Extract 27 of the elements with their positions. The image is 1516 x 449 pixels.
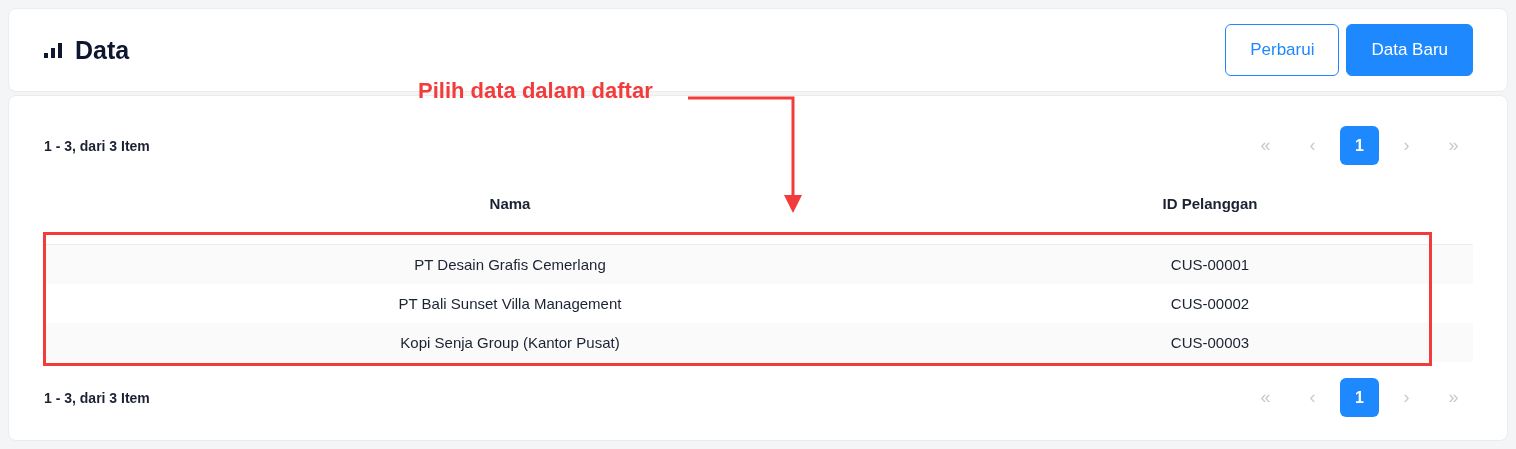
table-cell-text: PT Bali Sunset Villa Management [397, 295, 623, 312]
page-button[interactable]: › [1387, 126, 1426, 165]
item-count: 1 - 3, dari 3 Item [44, 389, 150, 406]
table-cell-text: CUS-00002 [1169, 295, 1251, 312]
bar-chart-icon [44, 42, 63, 58]
page-button[interactable]: › [1387, 378, 1426, 417]
page-button[interactable]: ‹ [1293, 126, 1332, 165]
annotation-label: Pilih data dalam daftar [418, 78, 653, 104]
table-cell-text: Kopi Senja Group (Kantor Pusat) [399, 334, 621, 351]
refresh-button[interactable]: Perbarui [1225, 24, 1340, 76]
page-title: Data [75, 35, 130, 65]
page-button[interactable]: 1 [1340, 126, 1379, 165]
table-cell-text: CUS-00001 [1169, 256, 1251, 273]
page-button[interactable]: » [1434, 378, 1473, 417]
page-button[interactable]: ‹ [1293, 378, 1332, 417]
page-button[interactable]: « [1246, 126, 1285, 165]
table-cell-text: PT Desain Grafis Cemerlang [413, 256, 607, 273]
table-row[interactable]: Kopi Senja Group (Kantor Pusat) CUS-00003 [44, 323, 1473, 362]
page-button[interactable]: » [1434, 126, 1473, 165]
item-count: 1 - 3, dari 3 Item [44, 137, 150, 154]
column-header: ID Pelanggan [1161, 195, 1259, 212]
column-header: Nama [488, 195, 532, 212]
new-data-button[interactable]: Data Baru [1346, 24, 1473, 76]
table-row[interactable]: PT Desain Grafis Cemerlang CUS-00001 [44, 245, 1473, 284]
page-button[interactable]: 1 [1340, 378, 1379, 417]
table-cell-text: CUS-00003 [1169, 334, 1251, 351]
page-button[interactable]: « [1246, 378, 1285, 417]
